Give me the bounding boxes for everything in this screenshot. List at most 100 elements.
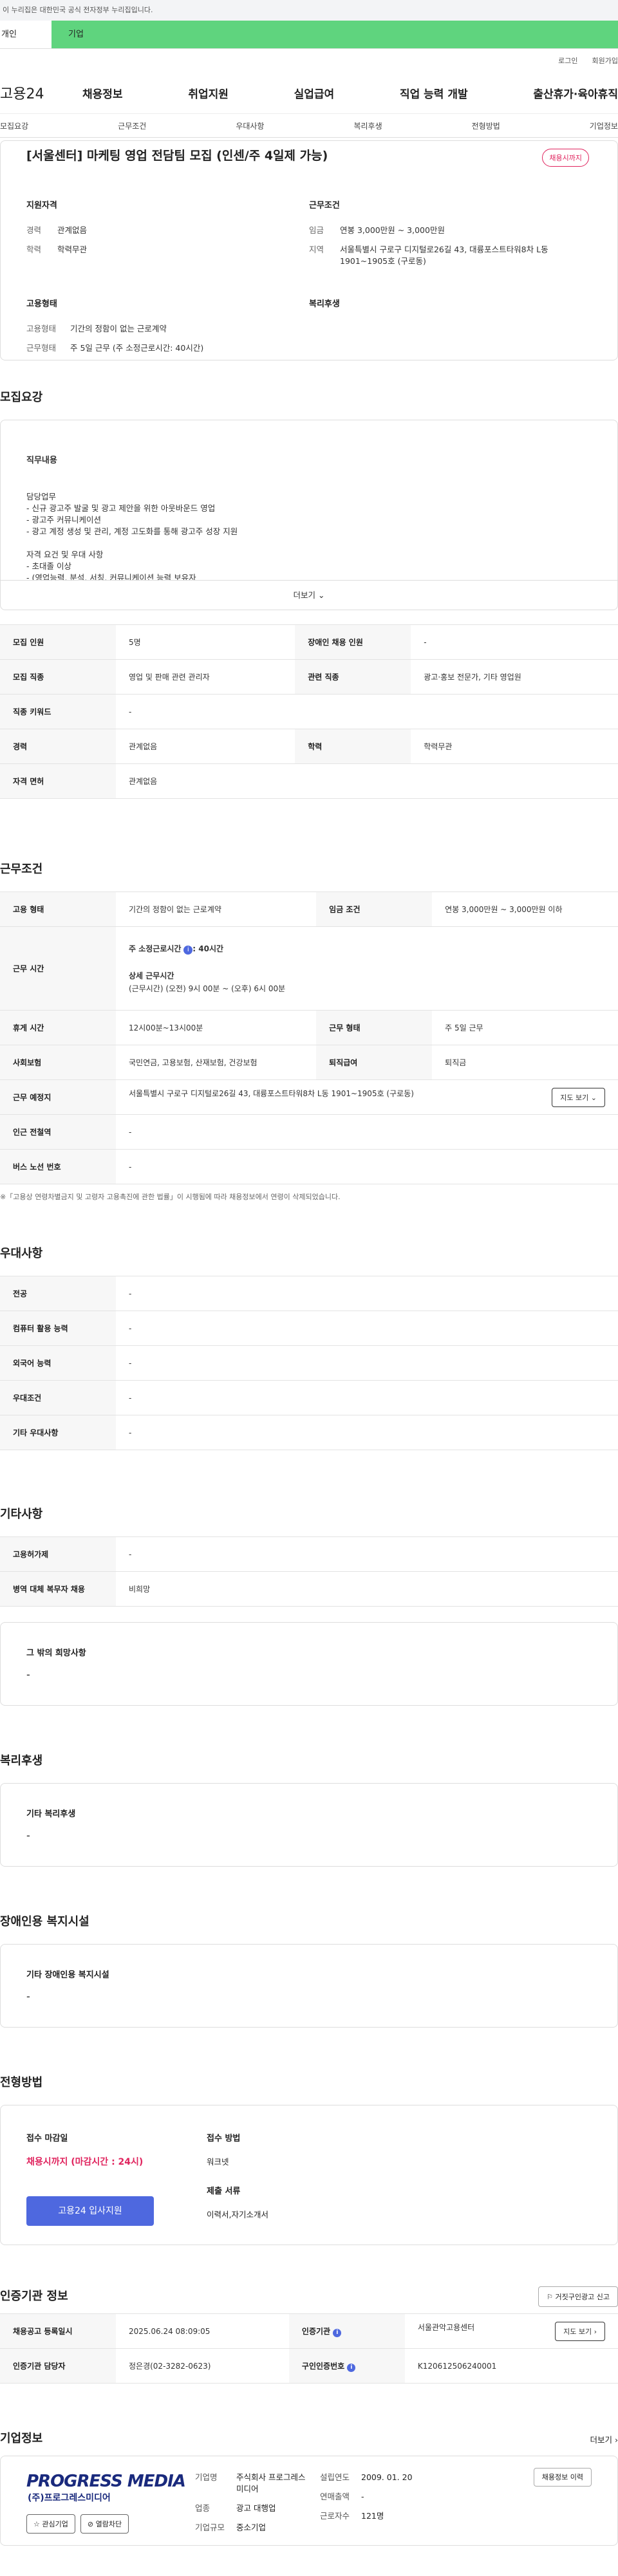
map-button[interactable]: 지도 보기 ⌄ <box>552 1087 605 1107</box>
report-button[interactable]: ⚐ 거짓구인광고 신고 <box>538 2286 618 2307</box>
block-icon: ⊘ <box>87 2520 94 2528</box>
report-button-label: 거짓구인광고 신고 <box>555 2293 610 2301</box>
apply-card: 접수 마감일 채용시까지 (마감시간 : 24시) 고용24 입사지원 접수 방… <box>0 2105 618 2245</box>
login-link[interactable]: 로그인 <box>558 55 577 66</box>
anchor-work[interactable]: 근무조건 <box>118 120 146 131</box>
agency-name: 서울관악고용센터 <box>417 2322 475 2332</box>
info-key: 기업규모 <box>195 2523 225 2532</box>
hope-heading: 그 밖의 희망사항 <box>26 1648 86 1658</box>
table-cell: 12시00분~13시00분 <box>116 1010 317 1045</box>
welfare-card: 기타 복리후생 - <box>0 1783 618 1867</box>
qual-key: 경력 <box>26 225 42 235</box>
recruit-table: 모집 인원 5명 장애인 채용 인원 - 모집 직종 영업 및 판매 관련 관리자 관련 … <box>0 624 618 799</box>
global-nav: 고용24 채용정보 취업지원 실업급여 직업 능력 개발 출산휴가·육아휴직 <box>0 72 618 113</box>
info-icon[interactable]: i <box>347 2363 356 2372</box>
gnb-item-leave[interactable]: 출산휴가·육아휴직 <box>533 85 618 101</box>
table-header-label: 구인인증번호 <box>301 2361 345 2371</box>
table-cell: 정은경(02-3282-0623) <box>116 2348 289 2384</box>
table-header: 장애인 채용 인원 <box>295 624 411 660</box>
gnb-item-employment-support[interactable]: 취업지원 <box>188 85 229 101</box>
section-title-company: 기업정보 <box>0 2432 43 2445</box>
gnb-item-training[interactable]: 직업 능력 개발 <box>400 85 468 101</box>
cert-header: 인증기관 정보 ⚐ 거짓구인광고 신고 <box>0 2284 618 2310</box>
job-history-button[interactable]: 채용정보 이력 <box>533 2468 592 2487</box>
info-icon[interactable]: i <box>333 2328 342 2337</box>
welfare-heading: 복리후생 <box>309 299 340 309</box>
section-title-etc: 기타사항 <box>0 1507 43 1521</box>
signup-link[interactable]: 회원가입 <box>592 55 618 66</box>
table-cell: 연봉 3,000만원 ~ 3,000만원 이하 <box>432 891 618 927</box>
table-row: 병역 대체 복무자 채용 비희망 <box>0 1571 618 1607</box>
table-header-label: 인증기관 <box>301 2326 331 2336</box>
table-cell: 5명 <box>116 624 295 660</box>
section-title-recruit: 모집요강 <box>0 391 43 404</box>
emp-value: 주 5일 근무 (주 소정근로시간: 40시간) <box>70 343 204 353</box>
apply-button[interactable]: 고용24 입사지원 <box>26 2196 154 2226</box>
map-button-label: 지도 보기 <box>560 1093 589 1102</box>
docs-heading: 제출 서류 <box>207 2187 241 2196</box>
table-cell: 국민연금, 고용보험, 산재보험, 건강보험 <box>116 1045 317 1080</box>
job-title: [서울센터] 마케팅 영업 전담팀 모집 (인센/주 4일제 가능) <box>26 149 328 163</box>
table-header: 고용 형태 <box>0 891 116 927</box>
table-header: 학력 <box>295 729 411 764</box>
table-row: 인증기관 담당자 정은경(02-3282-0623) 구인인증번호 i K120612… <box>0 2348 618 2384</box>
anchor-process[interactable]: 전형방법 <box>472 120 500 131</box>
emp-key: 고용형태 <box>26 324 57 333</box>
util-bar: 로그인 회원가입 <box>0 49 618 72</box>
section-title-process: 전형방법 <box>0 2076 43 2089</box>
block-button[interactable]: ⊘ 열람차단 <box>80 2514 129 2534</box>
table-row: 우대조건 - <box>0 1380 618 1415</box>
agency-map-button[interactable]: 지도 보기 › <box>555 2321 605 2341</box>
disabled-card: 기타 장애인용 복지시설 - <box>0 1944 618 2028</box>
table-row: 외국어 능력 - <box>0 1345 618 1381</box>
more-button[interactable]: 더보기 ⌄ <box>1 580 617 610</box>
anchor-welfare[interactable]: 복리후생 <box>353 120 382 131</box>
anchor-company[interactable]: 기업정보 <box>590 120 618 131</box>
anchor-recruit[interactable]: 모집요강 <box>0 120 28 131</box>
hours-detail: (근무시간) (오전) 9시 00분 ~ (오후) 6시 00분 <box>129 984 286 993</box>
site-logo[interactable]: 고용24 <box>0 82 82 103</box>
info-value: 광고 대행업 <box>236 2503 276 2513</box>
hours-main-label: 주 소정근로시간 <box>129 944 182 953</box>
table-cell: 2025.06.24 08:09:05 <box>116 2313 289 2349</box>
disabled-value: - <box>26 1990 30 2002</box>
company-more-link[interactable]: 더보기 › <box>590 2433 618 2445</box>
table-header: 사회보험 <box>0 1045 116 1080</box>
table-cell: - <box>116 1149 618 1184</box>
table-header: 우대조건 <box>0 1380 116 1415</box>
anchor-pref[interactable]: 우대사항 <box>236 120 264 131</box>
tab-personal[interactable]: 개인 <box>0 21 52 48</box>
top-tabs: 개인 기업 <box>0 21 618 49</box>
table-row: 모집 인원 5명 장애인 채용 인원 - <box>0 624 618 660</box>
pref-table: 전공 - 컴퓨터 활용 능력 - 외국어 능력 - 우대조건 - 기타 우대사항 - <box>0 1276 618 1450</box>
qual-value: 학력무관 <box>57 245 88 254</box>
info-key: 연매출액 <box>320 2492 350 2501</box>
info-value: 주식회사 프로그레스미디어 <box>236 2472 306 2494</box>
emp-heading: 고용형태 <box>26 299 57 309</box>
hours-main-value: : 40시간 <box>192 944 224 953</box>
info-icon[interactable]: i <box>183 945 193 955</box>
tab-company[interactable]: 기업 <box>52 21 618 48</box>
cond-value: 서울특별시 구로구 디지털로26길 43, 대륭포스트타워8차 L동 1901~… <box>340 245 548 266</box>
table-cell: 주 5일 근무 <box>432 1010 618 1045</box>
table-row: 휴게 시간 12시00분~13시00분 근무 형태 주 5일 근무 <box>0 1010 618 1045</box>
cond-key: 임금 <box>309 225 324 235</box>
disabled-card-heading: 기타 장애인용 복지시설 <box>26 1970 109 1980</box>
table-header: 모집 직종 <box>0 659 116 695</box>
info-key: 기업명 <box>195 2472 218 2482</box>
table-cell: 퇴직금 <box>432 1045 618 1080</box>
docs-value: 이력서,자기소개서 <box>207 2210 268 2219</box>
table-cell: - <box>116 1114 618 1150</box>
table-header: 모집 인원 <box>0 624 116 660</box>
gnb-item-unemployment[interactable]: 실업급여 <box>294 85 335 101</box>
emp-key: 근무형태 <box>26 343 57 353</box>
hours-detail-heading: 상세 근무시간 <box>129 971 174 980</box>
place-text: 서울특별시 구로구 디지털로26길 43, 대륭포스트타워8차 L동 1901~… <box>129 1088 414 1098</box>
section-title-welfare: 복리후생 <box>0 1754 43 1768</box>
company-header: 기업정보 더보기 › <box>0 2426 618 2452</box>
table-row: 컴퓨터 활용 능력 - <box>0 1311 618 1346</box>
favorite-company-button[interactable]: ☆ 관심기업 <box>26 2514 75 2534</box>
gnb-item-jobs[interactable]: 채용정보 <box>82 85 123 101</box>
table-header: 기타 우대사항 <box>0 1415 116 1450</box>
chevron-down-icon: ⌄ <box>318 590 325 600</box>
